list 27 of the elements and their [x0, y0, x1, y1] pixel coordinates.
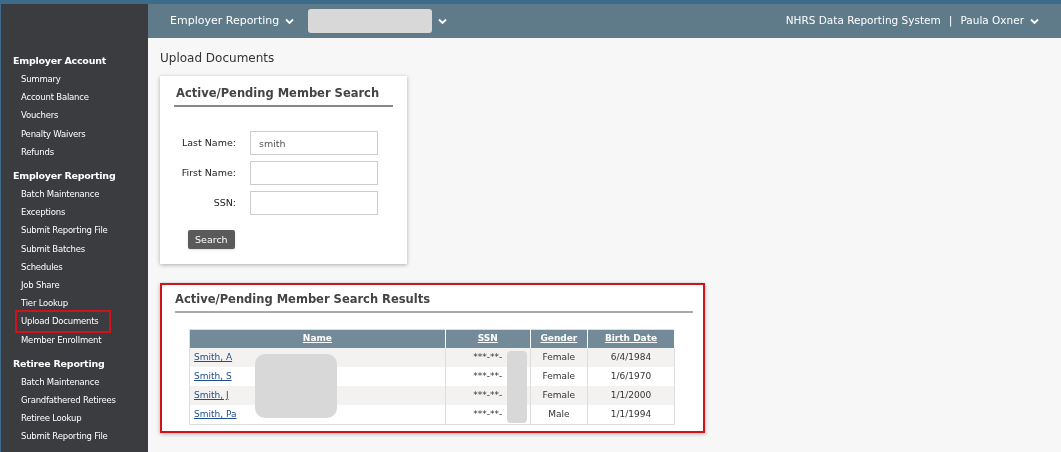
caret-icon — [1030, 17, 1039, 25]
page-title: Upload Documents — [160, 50, 276, 67]
table-cell: 1/1/1994 — [587, 405, 675, 425]
user-menu[interactable]: Paula Oxner — [960, 13, 1039, 29]
caret-icon — [438, 17, 448, 25]
input-field[interactable] — [250, 161, 378, 186]
sidebar-section-title: Retiree Reporting — [13, 356, 106, 371]
name-link[interactable]: Smith, J — [194, 390, 229, 401]
sidebar-item[interactable]: Upload Documents — [15, 310, 111, 333]
input-field[interactable]: smith — [250, 131, 378, 156]
field-label: First Name: — [180, 166, 237, 181]
separator: | — [948, 12, 953, 29]
card-title: Active/Pending Member Search — [174, 85, 393, 108]
table-cell: Male — [530, 405, 588, 425]
menu-dropdown[interactable]: Employer Reporting — [170, 12, 295, 30]
name-link[interactable]: Smith, A — [194, 352, 233, 363]
field-label: Last Name: — [180, 136, 237, 151]
search-button[interactable]: Search — [188, 230, 235, 250]
input-field[interactable] — [250, 191, 378, 216]
field-label: SSN: — [212, 196, 237, 211]
caret-icon — [285, 17, 295, 25]
sidebar-section-title: Employer Account — [13, 54, 107, 68]
name-link[interactable]: Smith, Pa — [194, 408, 237, 419]
name-link[interactable]: Smith, S — [194, 371, 232, 382]
system-name: NHRS Data Reporting System — [785, 13, 941, 29]
card-title: Active/Pending Member Search Results — [175, 290, 693, 313]
sidebar-section-title: Employer Reporting — [13, 169, 117, 183]
